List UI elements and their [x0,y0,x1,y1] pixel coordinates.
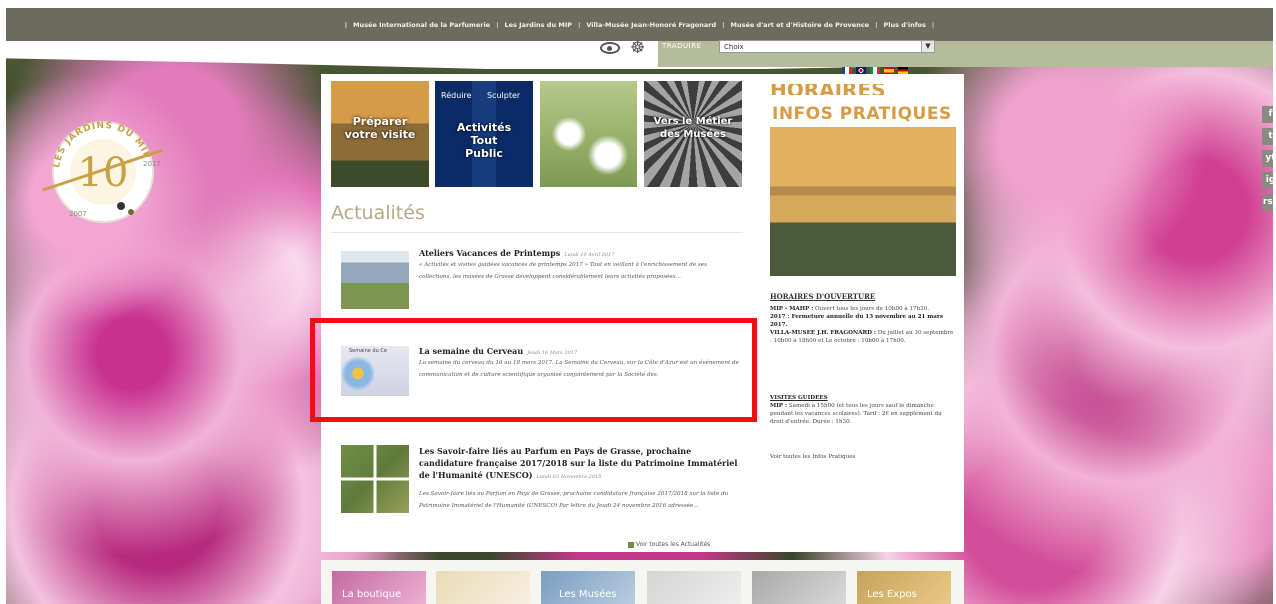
bottom-tile-expos[interactable]: Les Expos [857,571,951,604]
flag-de-icon[interactable] [898,67,908,74]
language-select-value: Choix [724,43,744,51]
nav-item-villa[interactable]: Villa-Musée Jean-Honoré Fragonard [586,21,716,29]
news-title[interactable]: Ateliers Vacances de Printemps Lundi 10 A… [419,247,739,261]
language-flags [842,67,908,74]
nav-sep: | [496,20,499,29]
news-item[interactable]: Les Savoir-faire liés au Parfum en Pays … [331,445,743,540]
all-news-link[interactable]: Voir toutes les Actualités [628,541,710,548]
tile-small-label: Sculpter [487,91,521,100]
nav-sep: | [344,20,348,29]
rss-icon[interactable]: rss [1262,194,1273,211]
translate-label: TRADUIRE [662,42,702,50]
infos-pratiques-title: INFOS PRATIQUES [772,104,952,124]
tile-caption: Vers le Métier des Musées [653,116,733,140]
nav-item-plus[interactable]: Plus d'infos [883,21,925,29]
top-nav: | Musée International de la Parfumerie |… [6,8,1273,41]
bottom-tile[interactable] [647,571,741,604]
horaires-block: MIP - MAHP : Ouvert tous les jours de 10… [770,306,954,344]
tile-preparer-visite[interactable]: Préparer votre visite [331,81,429,187]
news-date: Lundi 03 Novembre 2015 [536,474,602,480]
bottom-tile-boutique[interactable]: La boutique [332,571,426,604]
nav-sep: | [578,20,581,29]
nav-item-parfumerie[interactable]: Musée International de la Parfumerie [353,21,490,29]
ear-accessibility-icon[interactable]: ☸ [630,38,645,58]
instagram-icon[interactable]: ig [1262,172,1273,189]
nav-item-jardins[interactable]: Les Jardins du MIP [504,21,572,29]
bottom-tile[interactable] [436,571,530,604]
nav-sep: | [875,20,878,29]
logo-number: 10 [78,150,129,196]
tile-metier-musees[interactable]: Vers le Métier des Musées [644,81,742,187]
bottom-tile-musees[interactable]: Les Musées [541,571,635,604]
infos-pratiques-link[interactable]: Voir toutes les Infos Pratiques [770,454,855,460]
jardins-du-mip-logo[interactable]: LES JARDINS DU MIP 10 2007 2017 [37,108,169,234]
visites-guidees-block: VISITES GUIDEES MIP : Samedi à 15h00 (et… [770,395,942,425]
news-title[interactable]: Les Savoir-faire liés au Parfum en Pays … [419,445,741,483]
infos-pratiques-image[interactable] [770,127,956,276]
tile-activites[interactable]: Réduire Sculpter Activités Tout Public [435,81,533,187]
news-date: Lundi 10 Avril 2017 [564,252,615,258]
logo-year-end: 2017 [143,160,161,168]
actualites-heading: Actualités [331,202,425,224]
divider [331,232,743,233]
youtube-icon[interactable]: yt [1262,150,1273,167]
bottom-tile[interactable] [752,571,846,604]
social-links: f t yt ig rss [1262,106,1273,216]
horaires-ouverture-heading: HORAIRES D'OUVERTURE [770,292,876,301]
eye-accessibility-icon[interactable] [600,42,620,54]
flag-fr-icon[interactable] [842,67,852,74]
tile-caption: Activités Tout Public [456,121,512,160]
nav-item-mahp[interactable]: Musée d'art et d'Histoire de Provence [731,21,870,29]
news-description: « Activités et visites guidées vacances … [419,262,707,280]
twitter-icon[interactable]: t [1262,128,1273,145]
tile-small-label: Réduire [441,91,472,100]
flag-es-icon[interactable] [884,67,894,74]
horaires-heading-cut: HORAIRES [770,84,960,95]
nav-sep: | [931,20,935,29]
news-thumbnail[interactable] [341,251,409,309]
chevron-down-icon[interactable]: ▼ [921,41,934,52]
news-description: Les Savoir-faire liés au Parfum en Pays … [419,491,729,509]
tile-image[interactable] [540,81,637,187]
nav-sep: | [722,20,725,29]
facebook-icon[interactable]: f [1262,106,1273,123]
news-item[interactable]: Ateliers Vacances de Printemps Lundi 10 A… [331,247,743,309]
highlight-box [310,318,757,422]
language-select[interactable]: Choix ▼ [719,40,935,53]
flag-it-icon[interactable] [870,67,880,74]
tile-caption: Préparer votre visite [344,115,416,141]
logo-year-start: 2007 [69,210,87,218]
flag-en-icon[interactable] [856,67,866,74]
news-thumbnail[interactable] [341,445,409,513]
